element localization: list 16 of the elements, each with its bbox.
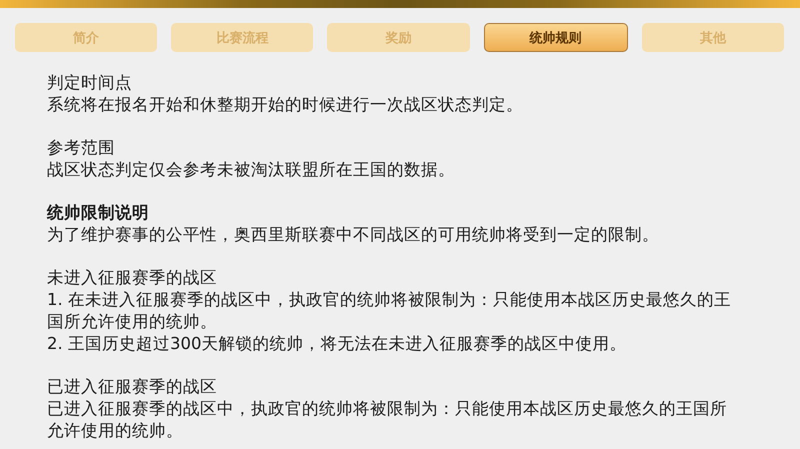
paragraph: 系统将在报名开始和休整期开始的时候进行一次战区状态判定。 <box>47 94 524 116</box>
section-heading: 未进入征服赛季的战区 <box>47 267 218 289</box>
paragraph: 2. 王国历史超过300天解锁的统帅，将无法在未进入征服赛季的战区中使用。 <box>47 333 628 355</box>
tab[interactable]: 简介 <box>15 23 158 52</box>
section-heading: 统帅限制说明 <box>47 202 150 224</box>
paragraph: 战区状态判定仅会参考未被淘汰联盟所在王国的数据。 <box>47 159 456 181</box>
tab[interactable]: 奖励 <box>327 23 470 52</box>
section-heading: 已进入征服赛季的战区 <box>47 376 218 398</box>
paragraph: 为了维护赛事的公平性，奥西里斯联赛中不同战区的可用统帅将受到一定的限制。 <box>47 224 660 246</box>
section-heading: 参考范围 <box>47 137 116 159</box>
paragraph: 已进入征服赛季的战区中，执政官的统帅将被限制为：只能使用本战区历史最悠久的王国所允许使用的统帅。 <box>47 398 728 442</box>
section-heading: 判定时间点 <box>47 72 133 94</box>
paragraph: 1. 在未进入征服赛季的战区中，执政官的统帅将被限制为：只能使用本战区历史最悠久的王国所允许使用的统帅。 <box>47 289 732 333</box>
tab[interactable]: 统帅规则 <box>484 23 628 52</box>
tab[interactable]: 比赛流程 <box>171 23 314 52</box>
tab[interactable]: 其他 <box>642 23 784 52</box>
